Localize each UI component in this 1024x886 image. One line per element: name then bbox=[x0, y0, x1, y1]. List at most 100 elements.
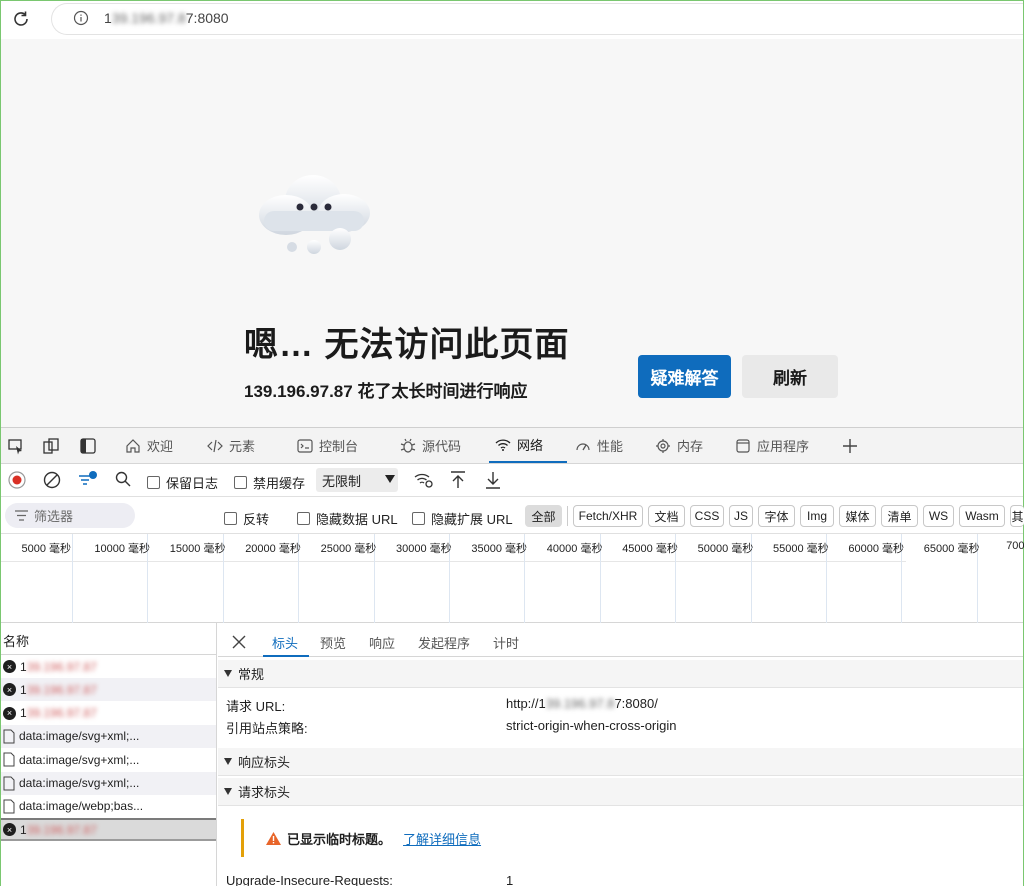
checkbox-box[interactable] bbox=[234, 476, 247, 489]
request-name: 139.196.97.87 bbox=[20, 659, 97, 674]
file-icon bbox=[3, 776, 15, 790]
checkbox-box[interactable] bbox=[224, 512, 237, 525]
inspect-icon[interactable] bbox=[7, 437, 25, 455]
chip-icon bbox=[656, 438, 670, 453]
type-filter-font[interactable]: 字体 bbox=[758, 505, 795, 527]
tab-memory[interactable]: 内存 bbox=[649, 428, 709, 463]
provisional-headers-warning: 已显示临时标题。 了解详细信息 bbox=[241, 819, 1021, 857]
info-icon[interactable] bbox=[73, 10, 89, 26]
upgrade-insecure-label: Upgrade-Insecure-Requests: bbox=[226, 873, 393, 886]
tab-headers[interactable]: 标头 bbox=[272, 633, 298, 652]
request-name: 139.196.97.87 bbox=[20, 682, 97, 697]
error-icon: × bbox=[3, 660, 16, 673]
type-filter-manifest[interactable]: 清单 bbox=[881, 505, 918, 527]
general-section-header[interactable]: 常规 bbox=[218, 660, 1023, 688]
checkbox-box[interactable] bbox=[297, 512, 310, 525]
type-filter-other[interactable]: 其 bbox=[1010, 505, 1024, 527]
checkbox-box[interactable] bbox=[147, 476, 160, 489]
learn-more-link[interactable]: 了解详细信息 bbox=[403, 829, 481, 848]
tab-elements[interactable]: 元素 bbox=[201, 428, 261, 463]
console-icon bbox=[297, 438, 313, 453]
add-tab-icon[interactable] bbox=[841, 437, 859, 455]
tab-sources[interactable]: 源代码 bbox=[394, 428, 467, 463]
checkbox-box[interactable] bbox=[412, 512, 425, 525]
name-column-header[interactable]: 名称 bbox=[1, 623, 217, 655]
error-icon: × bbox=[3, 706, 16, 720]
url-text[interactable]: 139.196.97.87:8080 bbox=[104, 10, 229, 26]
tab-performance[interactable]: 性能 bbox=[569, 428, 629, 463]
type-filter-css[interactable]: CSS bbox=[690, 505, 724, 527]
referrer-policy-value: strict-origin-when-cross-origin bbox=[506, 718, 677, 733]
disable-cache-checkbox[interactable]: 禁用缓存 bbox=[234, 473, 305, 492]
type-filter-wasm[interactable]: Wasm bbox=[959, 505, 1005, 527]
tab-network[interactable]: 网络 bbox=[489, 428, 567, 463]
timeline-tick-label: 50000 毫秒 bbox=[697, 543, 754, 555]
type-filter-fetch[interactable]: Fetch/XHR bbox=[573, 505, 643, 527]
warning-icon bbox=[266, 831, 281, 845]
import-har-icon[interactable] bbox=[449, 470, 467, 490]
invert-checkbox[interactable]: 反转 bbox=[224, 509, 269, 528]
request-row[interactable]: data:image/svg+xml;... bbox=[1, 724, 216, 748]
tab-response[interactable]: 响应 bbox=[369, 633, 395, 652]
request-row[interactable]: × 139.196.97.87 bbox=[1, 818, 216, 842]
timeline-divider bbox=[1, 561, 906, 562]
type-filter-js[interactable]: JS bbox=[729, 505, 753, 527]
chevron-down-icon[interactable] bbox=[384, 474, 396, 484]
request-row[interactable]: data:image/webp;bas... bbox=[1, 795, 216, 818]
file-icon bbox=[3, 752, 15, 767]
app-icon bbox=[736, 438, 750, 453]
preserve-log-checkbox[interactable]: 保留日志 bbox=[147, 473, 218, 492]
dock-side-icon[interactable] bbox=[79, 437, 97, 455]
type-filter-doc[interactable]: 文档 bbox=[648, 505, 685, 527]
active-tab-underline bbox=[263, 655, 309, 657]
tab-timing[interactable]: 计时 bbox=[493, 633, 519, 652]
code-icon bbox=[207, 439, 223, 452]
timeline-tick-label: 45000 毫秒 bbox=[622, 543, 678, 555]
type-filter-media[interactable]: 媒体 bbox=[839, 505, 876, 527]
file-icon bbox=[3, 729, 15, 744]
request-row[interactable]: × 139.196.97.87 bbox=[1, 702, 216, 725]
error-page bbox=[1, 39, 1023, 427]
request-name: data:image/svg+xml;... bbox=[19, 729, 140, 744]
request-row[interactable]: × 139.196.97.87 bbox=[1, 678, 216, 702]
troubleshoot-button[interactable]: 疑难解答 bbox=[638, 355, 731, 398]
tab-console[interactable]: 控制台 bbox=[291, 428, 364, 463]
request-headers-section-header[interactable]: 请求标头 bbox=[218, 778, 1023, 806]
network-conditions-icon[interactable] bbox=[413, 470, 435, 490]
close-icon[interactable] bbox=[232, 635, 246, 649]
request-row[interactable]: data:image/svg+xml;... bbox=[1, 771, 216, 795]
request-name: data:image/svg+xml;... bbox=[19, 776, 140, 790]
response-headers-section-header[interactable]: 响应标头 bbox=[218, 748, 1023, 776]
record-icon[interactable] bbox=[7, 470, 27, 490]
divider bbox=[567, 506, 568, 526]
request-row[interactable]: data:image/svg+xml;... bbox=[1, 748, 216, 771]
type-filter-ws[interactable]: WS bbox=[923, 505, 954, 527]
reload-icon[interactable] bbox=[11, 9, 31, 29]
timeline-tick-label: 20000 毫秒 bbox=[245, 543, 301, 555]
request-name: data:image/svg+xml;... bbox=[19, 752, 140, 767]
tab-initiator[interactable]: 发起程序 bbox=[418, 633, 470, 652]
timeline-tick-label: 35000 毫秒 bbox=[471, 543, 528, 555]
home-icon bbox=[126, 438, 140, 453]
request-row[interactable]: × 139.196.97.87 bbox=[1, 655, 216, 678]
refresh-button[interactable]: 刷新 bbox=[742, 355, 838, 398]
type-filter-img[interactable]: Img bbox=[800, 505, 834, 527]
search-icon[interactable] bbox=[114, 470, 132, 488]
type-filter-all[interactable]: 全部 bbox=[525, 505, 562, 527]
tab-application[interactable]: 应用程序 bbox=[729, 428, 815, 463]
filter-input[interactable]: 筛选器 bbox=[5, 503, 135, 528]
chevron-down-icon bbox=[224, 758, 232, 765]
hide-data-urls-checkbox[interactable]: 隐藏数据 URL bbox=[297, 509, 398, 528]
tab-welcome[interactable]: 欢迎 bbox=[119, 428, 179, 463]
timeline-tick-label: 65000 毫秒 bbox=[923, 543, 980, 555]
device-emulation-icon[interactable] bbox=[42, 437, 60, 455]
bug-icon bbox=[400, 438, 416, 453]
export-har-icon[interactable] bbox=[484, 470, 502, 490]
timeline-tick-label: 30000 毫秒 bbox=[396, 543, 452, 555]
timeline-gridline bbox=[72, 534, 73, 623]
clear-icon[interactable] bbox=[42, 470, 62, 490]
timeline-tick-label: 25000 毫秒 bbox=[320, 543, 377, 555]
tab-preview[interactable]: 预览 bbox=[320, 633, 346, 652]
hide-extension-urls-checkbox[interactable]: 隐藏扩展 URL bbox=[412, 509, 513, 528]
filter-toggle-icon[interactable] bbox=[77, 470, 99, 490]
